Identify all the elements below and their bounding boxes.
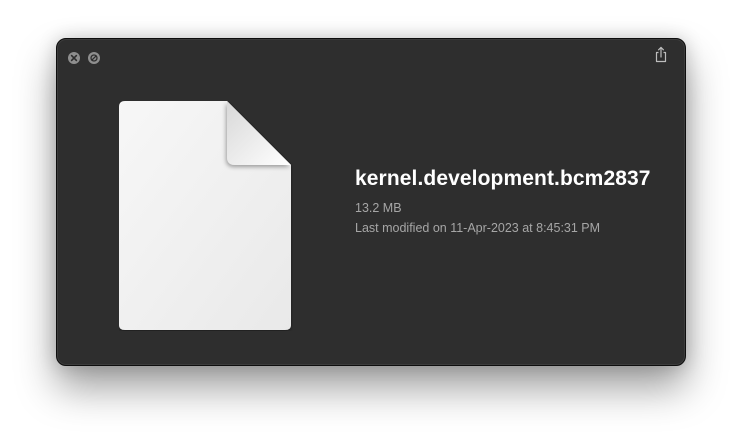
share-button[interactable] <box>653 46 669 68</box>
close-button[interactable] <box>68 52 80 64</box>
quick-look-stage: kernel.development.bcm2837 13.2 MB Last … <box>0 0 742 440</box>
disable-button[interactable] <box>88 52 100 64</box>
file-name: kernel.development.bcm2837 <box>355 167 651 190</box>
generic-document-icon <box>119 101 293 331</box>
file-info: kernel.development.bcm2837 13.2 MB Last … <box>355 167 675 235</box>
share-icon <box>654 46 668 68</box>
prohibit-icon <box>88 52 100 64</box>
quick-look-window: kernel.development.bcm2837 13.2 MB Last … <box>56 38 686 366</box>
close-icon <box>68 52 80 64</box>
file-modified-date: Last modified on 11-Apr-2023 at 8:45:31 … <box>355 221 601 235</box>
file-size: 13.2 MB <box>355 201 402 215</box>
